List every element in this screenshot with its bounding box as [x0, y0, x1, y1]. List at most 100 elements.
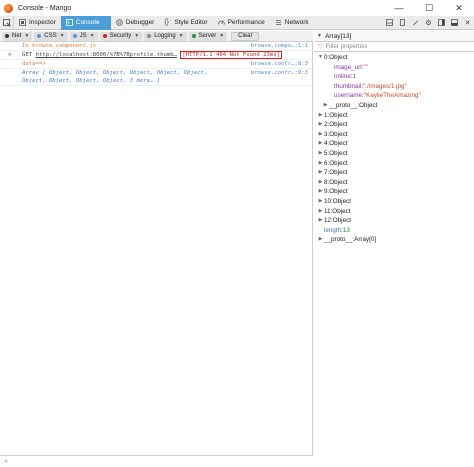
filter-server[interactable]: Server ▼: [188, 31, 228, 41]
property-key: __proto__: [329, 101, 358, 109]
tab-performance[interactable]: Performance: [213, 16, 270, 30]
tree-row[interactable]: online: 1: [314, 72, 474, 82]
tree-row[interactable]: ▶ __proto__: Object: [314, 101, 474, 111]
tree-row[interactable]: ▶ 10: Object: [314, 197, 474, 207]
dock-side-button[interactable]: [435, 16, 448, 30]
dock-bottom-button[interactable]: [448, 16, 461, 30]
filter-label: JS: [79, 33, 87, 39]
property-value: Object: [332, 217, 351, 225]
filter-security[interactable]: Security ▼: [99, 31, 143, 41]
tab-console[interactable]: Console: [60, 15, 111, 30]
filter-net[interactable]: Net ▼: [2, 31, 33, 41]
network-log-row[interactable]: ✕ GET http://localhost:8000/%7B%7Bprofil…: [0, 51, 312, 60]
close-toolbox-button[interactable]: ✕: [461, 16, 474, 30]
console-output: In browse.component.js browse.compo…:1:1…: [0, 42, 313, 455]
collapsed-twisty-icon[interactable]: ▶: [317, 139, 324, 149]
tree-row[interactable]: ▶ 3: Object: [314, 130, 474, 140]
firefox-icon: [4, 3, 13, 13]
array-preview[interactable]: Array [ Object, Object, Object, Object, …: [22, 70, 207, 76]
tree-row[interactable]: ▶ 11: Object: [314, 207, 474, 217]
log-text: In browse.component.js: [22, 43, 97, 49]
filter-js[interactable]: JS ▼: [69, 31, 98, 41]
property-value: Object: [332, 197, 351, 205]
collapsed-twisty-icon[interactable]: ▶: [317, 187, 324, 197]
filter-logging[interactable]: Logging ▼: [144, 31, 187, 41]
log-row[interactable]: data==> browse.contr…:8:3: [0, 60, 312, 69]
tab-network[interactable]: Network: [270, 16, 314, 30]
collapsed-twisty-icon[interactable]: ▶: [317, 130, 324, 140]
tree-row[interactable]: ▼ 0: Object: [314, 53, 474, 63]
error-icon: ✕: [8, 51, 12, 58]
property-tree: ▼ 0: Object image_url: "" online: 1 thumbnai…: [314, 52, 474, 245]
tree-row[interactable]: ▶ 2: Object: [314, 120, 474, 130]
log-row[interactable]: In browse.component.js browse.compo…:1:1: [0, 42, 312, 51]
tree-row[interactable]: ▶ __proto__: Array[0]: [314, 235, 474, 245]
tab-inspector[interactable]: Inspector: [14, 16, 61, 30]
property-value: Object: [329, 169, 348, 177]
close-button[interactable]: ✕: [444, 0, 474, 16]
clear-button[interactable]: Clear: [231, 31, 260, 41]
collapsed-twisty-icon[interactable]: ▶: [322, 101, 329, 111]
property-value: Object: [329, 188, 348, 196]
status-badge[interactable]: [HTTP/1.1 404 Not Found 23ms]: [180, 51, 282, 59]
tree-row[interactable]: ▶ 1: Object: [314, 111, 474, 121]
collapsed-twisty-icon[interactable]: ▶: [317, 159, 324, 169]
tree-row[interactable]: username: "KaylieTheAmazing": [314, 91, 474, 101]
tab-label: Debugger: [125, 19, 155, 26]
tab-debugger[interactable]: Debugger: [111, 16, 160, 30]
source-link[interactable]: browse.compo…:1:1: [251, 42, 308, 50]
scratchpad-button[interactable]: [409, 16, 422, 30]
expanded-twisty-icon[interactable]: ▼: [317, 53, 324, 63]
collapsed-twisty-icon[interactable]: ▶: [317, 120, 324, 130]
tree-row[interactable]: length: 13: [314, 226, 474, 236]
collapsed-twisty-icon[interactable]: ▶: [317, 207, 324, 217]
dock-bottom-icon: [451, 19, 458, 26]
tab-style-editor[interactable]: {} Style Editor: [159, 16, 212, 30]
performance-icon: [217, 19, 225, 26]
log-row-array-continued[interactable]: Object, Object, Object, Object, 3 more… …: [0, 77, 312, 86]
console-input[interactable]: »: [0, 455, 313, 467]
debugger-icon: [116, 19, 123, 26]
property-key: username: [334, 92, 363, 100]
variables-view-header[interactable]: ▼ Array[13]: [314, 31, 474, 42]
tree-row[interactable]: thumbnail: "./images/1.jpg": [314, 82, 474, 92]
collapsed-twisty-icon[interactable]: ▶: [317, 235, 324, 245]
tree-row[interactable]: ▶ 9: Object: [314, 187, 474, 197]
tree-row[interactable]: ▶ 12: Object: [314, 216, 474, 226]
tab-label: Console: [75, 19, 100, 26]
element-picker-button[interactable]: [0, 15, 14, 30]
chevron-down-icon: ▼: [317, 33, 322, 39]
filter-label: Net: [12, 33, 22, 39]
collapsed-twisty-icon[interactable]: ▶: [317, 197, 324, 207]
tree-row[interactable]: ▶ 6: Object: [314, 159, 474, 169]
property-value: 1: [352, 73, 357, 81]
tree-row[interactable]: ▶ 4: Object: [314, 139, 474, 149]
property-key: length: [324, 226, 342, 234]
array-preview[interactable]: Object, Object, Object, Object, 3 more… …: [22, 78, 160, 84]
tab-label: Network: [284, 19, 309, 26]
collapsed-twisty-icon[interactable]: ▶: [317, 178, 324, 188]
source-link[interactable]: browse.contr…:8:3: [251, 60, 308, 68]
property-value: Object: [329, 121, 348, 129]
collapsed-twisty-icon[interactable]: ▶: [317, 111, 324, 121]
request-url[interactable]: http://localhost:8000/%7B%7Bprofile.thum…: [35, 52, 176, 58]
source-link[interactable]: browse.contr…:9:3: [251, 69, 308, 77]
tree-row[interactable]: ▶ 5: Object: [314, 149, 474, 159]
tree-row[interactable]: ▶ 8: Object: [314, 178, 474, 188]
tree-row[interactable]: image_url: "": [314, 63, 474, 73]
filter-css[interactable]: CSS ▼: [34, 31, 68, 41]
prompt-icon: »: [4, 458, 8, 465]
minimize-button[interactable]: —: [384, 0, 414, 16]
split-console-button[interactable]: [383, 16, 396, 30]
tree-row[interactable]: ▶ 7: Object: [314, 168, 474, 178]
collapsed-twisty-icon[interactable]: ▶: [317, 149, 324, 159]
filter-properties-field[interactable]: ▽ Filter properties: [314, 42, 474, 52]
responsive-design-button[interactable]: [396, 16, 409, 30]
log-text: data==>: [22, 61, 46, 67]
settings-button[interactable]: ⚙: [422, 16, 435, 30]
maximize-button[interactable]: ☐: [414, 0, 444, 16]
chevron-down-icon: ▼: [178, 33, 184, 39]
collapsed-twisty-icon[interactable]: ▶: [317, 216, 324, 226]
log-row-array[interactable]: Array [ Object, Object, Object, Object, …: [0, 69, 312, 77]
collapsed-twisty-icon[interactable]: ▶: [317, 168, 324, 178]
